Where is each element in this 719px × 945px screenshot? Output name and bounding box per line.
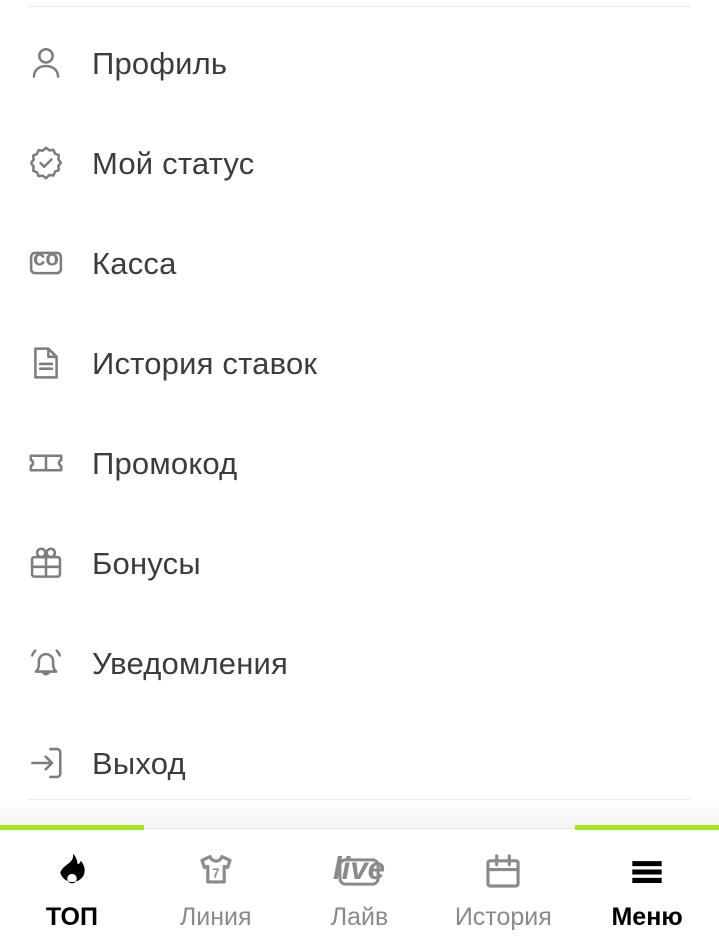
svg-text:co: co [33, 246, 59, 271]
nav-active-indicator [575, 825, 719, 830]
account-menu-list: Профиль Мой статус co Касса История став… [0, 7, 719, 799]
menu-item-label: История ставок [92, 345, 318, 381]
nav-active-indicator [288, 825, 432, 830]
nav-item-label: Меню [611, 903, 683, 931]
menu-item-label: Выход [92, 745, 186, 781]
bottom-navigation-bar: ТОП 7 Линия live Лайв История Меню [0, 825, 719, 945]
menu-item-label: Касса [92, 245, 177, 281]
menu-item-notifications[interactable]: Уведомления [0, 613, 719, 713]
nav-active-indicator [431, 825, 575, 830]
menu-item-cashier[interactable]: co Касса [0, 213, 719, 313]
menu-item-label: Профиль [92, 45, 228, 81]
menu-item-logout[interactable]: Выход [0, 713, 719, 799]
nav-item-line[interactable]: 7 Линия [144, 829, 288, 945]
menu-item-bonuses[interactable]: Бонусы [0, 513, 719, 613]
menu-item-label: Уведомления [92, 645, 289, 681]
person-icon [24, 41, 68, 85]
bell-icon [24, 641, 68, 685]
nav-item-label: Линия [179, 903, 252, 931]
nav-item-label: Лайв [330, 903, 389, 931]
nav-item-label: История [454, 903, 552, 931]
nav-item-label: ТОП [45, 903, 98, 931]
menu-item-label: Промокод [92, 445, 238, 481]
menu-item-my-status[interactable]: Мой статус [0, 113, 719, 213]
menu-item-promocode[interactable]: Промокод [0, 413, 719, 513]
menu-item-label: Бонусы [92, 545, 201, 581]
flame-icon [51, 849, 93, 895]
live-icon: live [333, 849, 385, 895]
nav-item-live[interactable]: live Лайв [288, 829, 432, 945]
document-icon [24, 341, 68, 385]
verified-badge-icon [24, 141, 68, 185]
logout-icon [24, 741, 68, 785]
ticket-icon [24, 441, 68, 485]
hamburger-icon [625, 849, 669, 895]
nav-item-menu[interactable]: Меню [575, 825, 719, 945]
menu-item-bet-history[interactable]: История ставок [0, 313, 719, 413]
nav-active-indicator [144, 825, 288, 830]
menu-item-label: Мой статус [92, 145, 255, 181]
gift-icon [24, 541, 68, 585]
nav-fade-gap [0, 800, 719, 828]
calendar-icon [482, 849, 524, 895]
mobile-menu-screen: Профиль Мой статус co Касса История став… [0, 0, 719, 945]
jersey-number: 7 [212, 866, 219, 881]
wallet-icon: co [24, 241, 68, 285]
jersey-icon: 7 [195, 849, 237, 895]
nav-active-indicator [0, 825, 144, 830]
live-badge-text: live [333, 851, 385, 886]
nav-item-top[interactable]: ТОП [0, 825, 144, 945]
menu-item-profile[interactable]: Профиль [0, 13, 719, 113]
nav-item-history[interactable]: История [431, 829, 575, 945]
